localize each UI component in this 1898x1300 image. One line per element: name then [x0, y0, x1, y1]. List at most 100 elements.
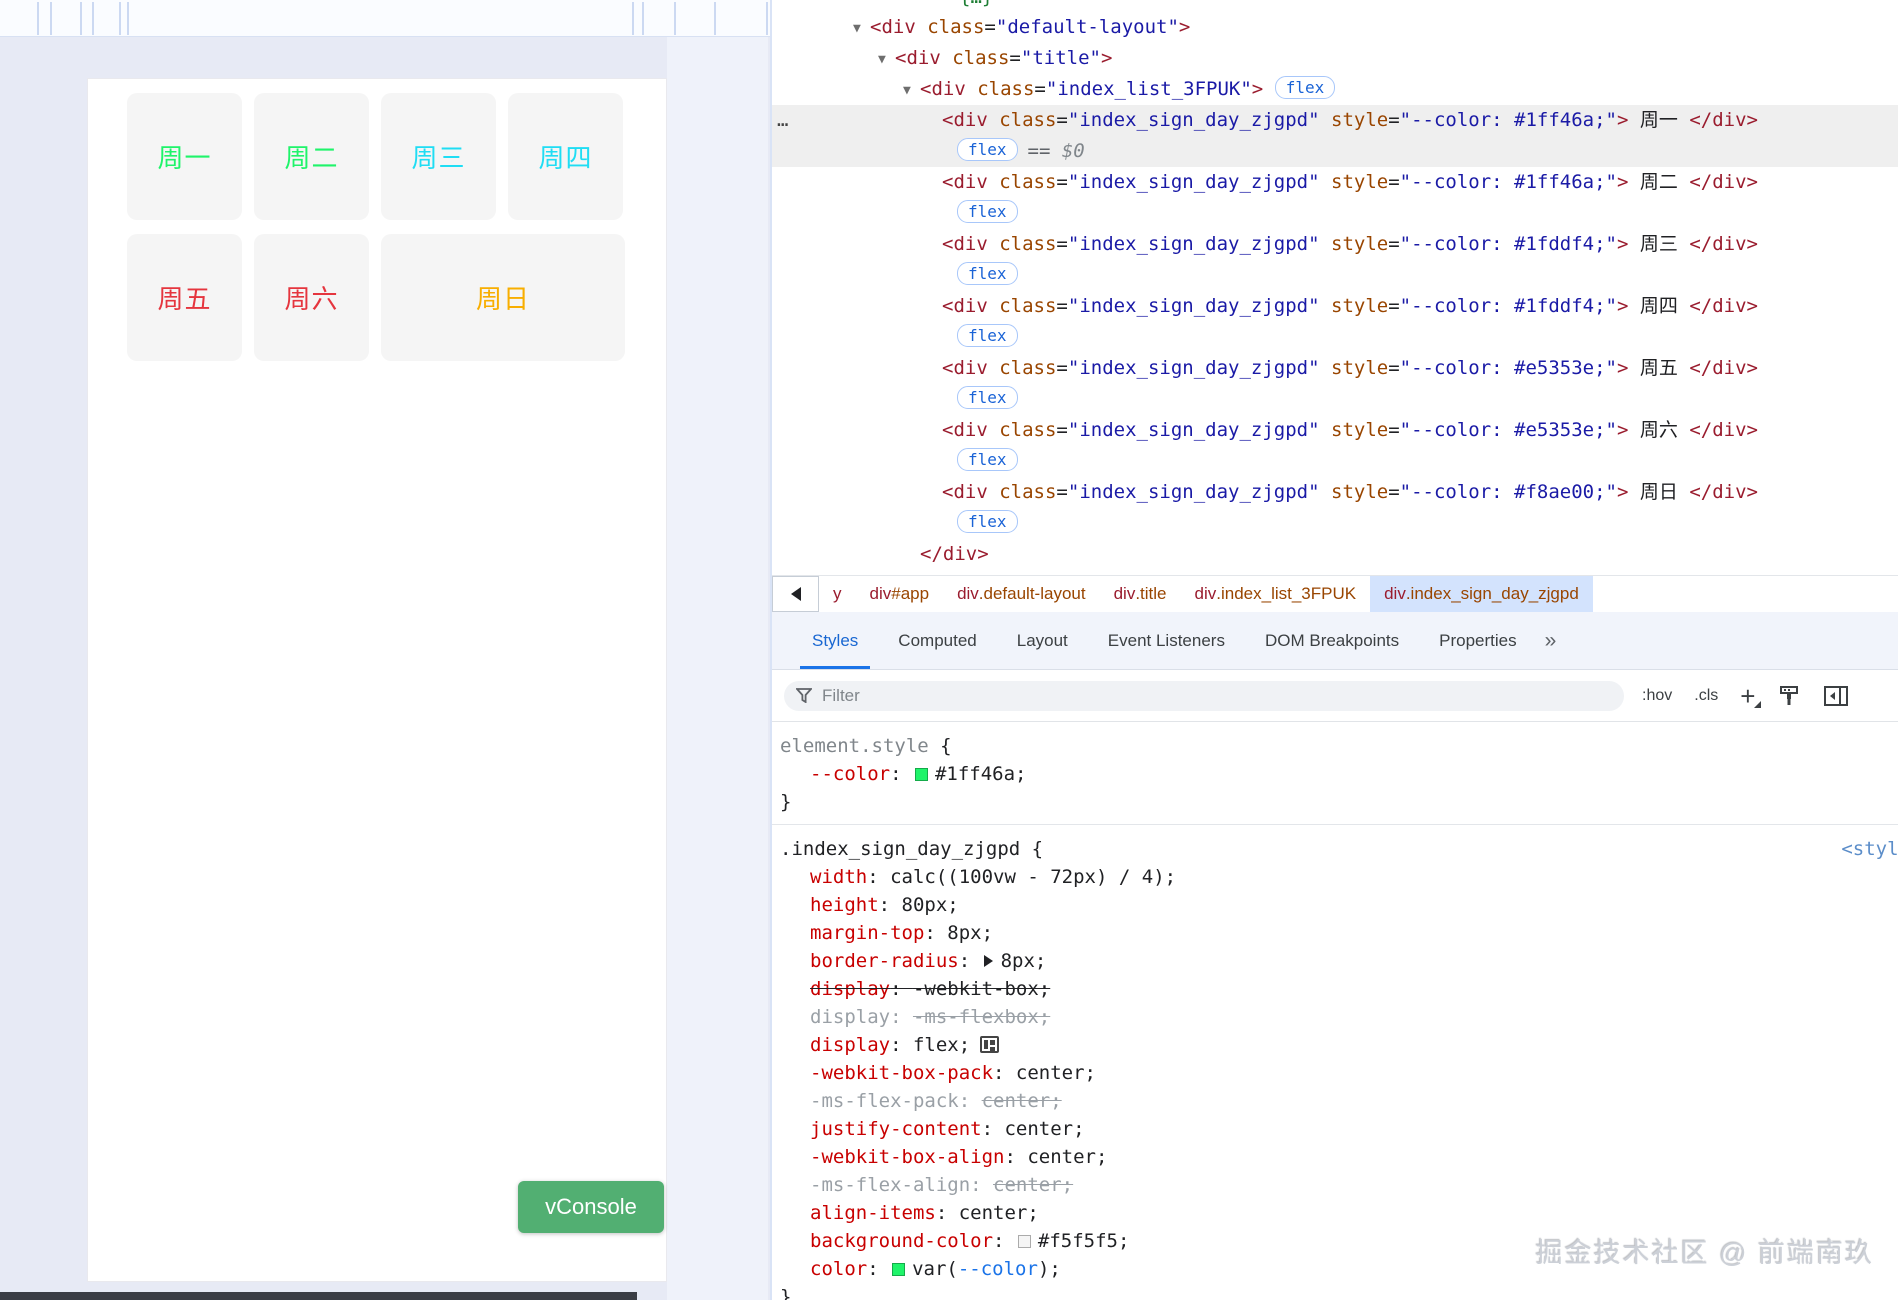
breadcrumb-item[interactable]: y: [819, 576, 856, 612]
elements-code-line[interactable]: ▼ <div class="default-layout">: [772, 12, 1898, 43]
flex-badge[interactable]: flex: [957, 138, 1018, 161]
color-swatch[interactable]: [892, 1263, 906, 1276]
weekday-card[interactable]: 周四: [508, 93, 623, 220]
screen: 周一周二周三周四周五周六周日 vConsole {…} ▼<div class=…: [0, 0, 1898, 1300]
elements-tree[interactable]: {…} ▼<div class="default-layout">▼<div c…: [772, 0, 1898, 575]
weekday-card[interactable]: 周五: [127, 234, 242, 361]
elements-code-line[interactable]: … <div class="index_sign_day_zjgpd" style…: [772, 105, 1898, 136]
expand-triangle-icon[interactable]: [983, 955, 993, 967]
elements-code-line[interactable]: <div class="index_sign_day_zjgpd" style=…: [772, 353, 1898, 384]
bottom-bar: [0, 1292, 637, 1300]
breadcrumb-item[interactable]: div .title: [1100, 576, 1181, 612]
more-tabs-icon[interactable]: »: [1537, 629, 1563, 653]
tab-properties[interactable]: Properties: [1419, 612, 1536, 669]
browser-tab-strip: [0, 0, 770, 37]
dock-panel-toggle-icon[interactable]: [1823, 684, 1849, 708]
styles-property[interactable]: display: -webkit-box;: [780, 975, 1898, 1003]
flex-badge[interactable]: flex: [957, 262, 1018, 285]
tab-computed[interactable]: Computed: [878, 612, 996, 669]
breadcrumb-scroll-left-button[interactable]: [772, 576, 819, 612]
new-style-rule-button[interactable]: +: [1740, 683, 1762, 709]
styles-property[interactable]: align-items: center;: [780, 1199, 1898, 1227]
rule-selector[interactable]: .index_sign_day_zjgpd {: [780, 835, 1898, 863]
breadcrumb-item[interactable]: div .index_list_3FPUK: [1181, 576, 1371, 612]
elements-code-line[interactable]: flex: [772, 260, 1898, 291]
app-preview-panel: 周一 周二 周三 周四周五 周六 周日 vConsole: [87, 78, 667, 1282]
tab-styles[interactable]: Styles: [792, 612, 878, 669]
elements-code-line[interactable]: <div class="index_sign_day_zjgpd" style=…: [772, 167, 1898, 198]
breadcrumb-item[interactable]: div .default-layout: [943, 576, 1100, 612]
weekday-card-grid: 周一 周二 周三 周四周五 周六 周日: [127, 93, 629, 361]
expand-arrow-icon[interactable]: ▼: [853, 13, 861, 44]
flex-badge[interactable]: flex: [1274, 76, 1336, 99]
rendering-brush-icon[interactable]: [1777, 684, 1801, 708]
breadcrumb-item[interactable]: div #app: [856, 576, 944, 612]
weekday-card[interactable]: 周一: [127, 93, 242, 220]
elements-code-line[interactable]: flex: [772, 508, 1898, 539]
dropdown-corner-icon: [1754, 700, 1762, 708]
filter-input[interactable]: Filter: [784, 680, 1624, 711]
elements-code-line[interactable]: flex: [772, 446, 1898, 477]
styles-property[interactable]: display: -ms-flexbox;: [780, 1003, 1898, 1031]
styles-pane[interactable]: element.style {--color: #1ff46a;} .index_…: [772, 722, 1898, 1300]
styles-property[interactable]: margin-top: 8px;: [780, 919, 1898, 947]
more-actions-icon: …: [777, 109, 790, 131]
elements-code-line[interactable]: <div class="index_sign_day_zjgpd" style=…: [772, 477, 1898, 508]
flex-badge[interactable]: flex: [957, 510, 1018, 533]
styles-property[interactable]: width: calc((100vw - 72px) / 4);: [780, 863, 1898, 891]
flex-badge[interactable]: flex: [957, 448, 1018, 471]
flex-badge[interactable]: flex: [957, 200, 1018, 223]
tab-event-listeners[interactable]: Event Listeners: [1088, 612, 1245, 669]
styles-property[interactable]: color: var(--color);: [780, 1255, 1898, 1283]
tab-dom-breakpoints[interactable]: DOM Breakpoints: [1245, 612, 1419, 669]
color-swatch[interactable]: [914, 768, 928, 781]
style-rule[interactable]: element.style {--color: #1ff46a;}: [772, 722, 1898, 825]
page-preview-region: 周一 周二 周三 周四周五 周六 周日 vConsole: [0, 0, 770, 1300]
styles-property[interactable]: display: flex;: [780, 1031, 1898, 1059]
color-swatch[interactable]: [1017, 1235, 1031, 1248]
style-rule[interactable]: .index_sign_day_zjgpd {<stylewidth: calc…: [772, 825, 1898, 1300]
elements-code-line[interactable]: </div>: [772, 539, 1898, 570]
class-toggle[interactable]: .cls: [1694, 687, 1718, 705]
elements-code-line[interactable]: <div class="index_sign_day_zjgpd" style=…: [772, 291, 1898, 322]
elements-code-line[interactable]: ▼ <div class="index_list_3FPUK"> flex: [772, 74, 1898, 105]
vconsole-button[interactable]: vConsole: [518, 1181, 664, 1233]
flex-badge[interactable]: flex: [957, 386, 1018, 409]
dollar-zero-hint: == $0: [1027, 140, 1085, 162]
styles-property[interactable]: border-radius: 8px;: [780, 947, 1898, 975]
filter-placeholder: Filter: [822, 685, 860, 705]
flex-badge[interactable]: flex: [957, 324, 1018, 347]
filter-toggles: :hov .cls +: [1642, 683, 1849, 709]
elements-code-line[interactable]: <div class="index_sign_day_zjgpd" style=…: [772, 229, 1898, 260]
left-triangle-icon: [790, 587, 801, 601]
elements-code-line[interactable]: flex: [772, 322, 1898, 353]
elements-code-line[interactable]: flex: [772, 198, 1898, 229]
weekday-card[interactable]: 周二: [254, 93, 369, 220]
rule-selector[interactable]: element.style {: [780, 732, 1898, 760]
flexbox-editor-icon[interactable]: [980, 1036, 1000, 1053]
styles-property[interactable]: height: 80px;: [780, 891, 1898, 919]
funnel-icon: [796, 688, 812, 703]
weekday-card[interactable]: 周日: [381, 234, 625, 361]
expand-arrow-icon[interactable]: ▼: [878, 44, 886, 75]
hover-state-toggle[interactable]: :hov: [1642, 687, 1672, 705]
weekday-card[interactable]: 周六: [254, 234, 369, 361]
styles-property[interactable]: background-color: #f5f5f5;: [780, 1227, 1898, 1255]
styles-property[interactable]: -webkit-box-pack: center;: [780, 1059, 1898, 1087]
styles-property[interactable]: -webkit-box-align: center;: [780, 1143, 1898, 1171]
styles-property[interactable]: -ms-flex-align: center;: [780, 1171, 1898, 1199]
devtools-panel: {…} ▼<div class="default-layout">▼<div c…: [770, 0, 1898, 1300]
rule-source-link[interactable]: <style: [1841, 835, 1898, 863]
panel-gap: [667, 37, 768, 1300]
expand-arrow-icon[interactable]: ▼: [903, 75, 911, 106]
elements-code-line[interactable]: flex: [772, 384, 1898, 415]
styles-property[interactable]: justify-content: center;: [780, 1115, 1898, 1143]
weekday-card[interactable]: 周三: [381, 93, 496, 220]
elements-code-line[interactable]: flex == $0: [772, 136, 1898, 167]
breadcrumb-item[interactable]: div .index_sign_day_zjgpd: [1370, 576, 1593, 612]
elements-code-line[interactable]: <div class="index_sign_day_zjgpd" style=…: [772, 415, 1898, 446]
elements-code-line[interactable]: ▼ <div class="title">: [772, 43, 1898, 74]
styles-property[interactable]: --color: #1ff46a;: [780, 760, 1898, 788]
tab-layout[interactable]: Layout: [997, 612, 1088, 669]
styles-property[interactable]: -ms-flex-pack: center;: [780, 1087, 1898, 1115]
